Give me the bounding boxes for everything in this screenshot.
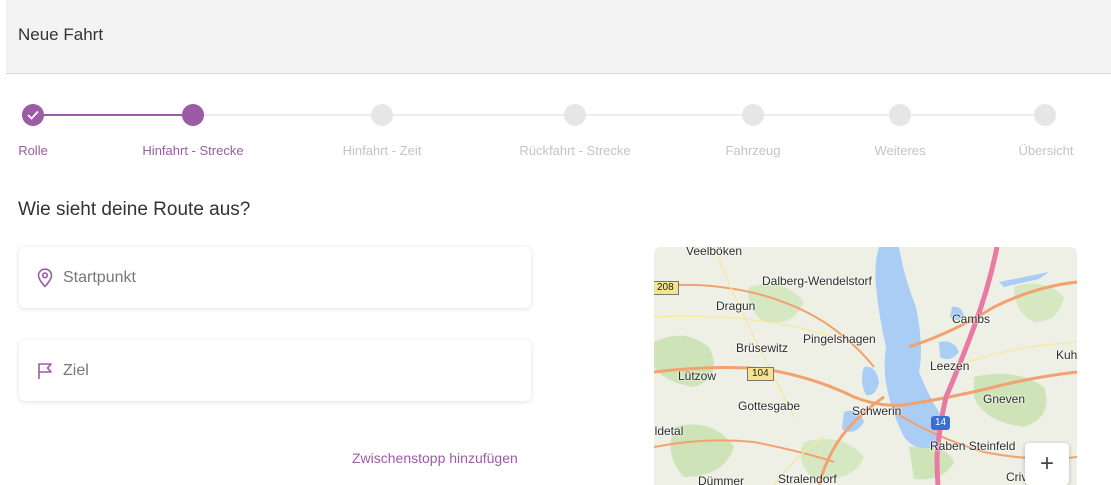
map-label-cambs: Cambs — [952, 312, 991, 326]
route-question-heading: Wie sieht deine Route aus? — [18, 199, 251, 220]
road-shield-104: 104 — [747, 367, 774, 381]
step-label-hinfahrt-strecke[interactable]: Hinfahrt - Strecke — [142, 143, 243, 158]
page-header: Neue Fahrt — [6, 0, 1111, 74]
map-label-veelboeken: Veelböken — [686, 247, 743, 258]
add-stop-link[interactable]: Zwischenstopp hinzufügen — [352, 450, 518, 466]
step-label-fahrzeug: Fahrzeug — [725, 143, 781, 158]
map-label-bruesewitz: Brüsewitz — [736, 341, 789, 355]
start-field[interactable] — [19, 247, 531, 308]
step-label-uebersicht: Übersicht — [1018, 143, 1074, 158]
route-map[interactable]: Veelböken 208 Dalberg-Wendelstorf Dragun… — [654, 247, 1077, 485]
step-label-hinfahrt-zeit: Hinfahrt - Zeit — [342, 143, 422, 158]
location-pin-icon — [36, 267, 54, 289]
map-label-kuh: Kuh — [1056, 348, 1077, 362]
progress-stepper: Rolle Hinfahrt - Strecke Hinfahrt - Zeit… — [0, 100, 1111, 162]
map-label-luetzow: Lützow — [678, 369, 717, 383]
start-input[interactable] — [63, 268, 483, 287]
map-label-dragun: Dragun — [716, 299, 756, 313]
step-dot-uebersicht — [1034, 104, 1056, 126]
destination-field[interactable] — [19, 340, 531, 401]
map-label-leezen: Leezen — [930, 359, 970, 373]
flag-icon — [36, 360, 54, 382]
step-label-weiteres: Weiteres — [874, 143, 926, 158]
map-label-ildetal: ildetal — [654, 424, 684, 438]
map-label-schwerin: Schwerin — [852, 404, 902, 418]
step-dot-hinfahrt-zeit — [371, 104, 393, 126]
map-label-gottesgabe: Gottesgabe — [738, 399, 801, 413]
step-dot-rolle[interactable] — [22, 104, 44, 126]
step-label-rueckfahrt-strecke: Rückfahrt - Strecke — [519, 143, 631, 158]
step-label-rolle[interactable]: Rolle — [18, 143, 48, 158]
map-zoom-in-button[interactable]: + — [1025, 443, 1069, 485]
destination-input[interactable] — [63, 361, 483, 380]
map-label-duemmer: Dümmer — [698, 474, 745, 485]
step-dot-fahrzeug — [742, 104, 764, 126]
page-title: Neue Fahrt — [18, 25, 104, 44]
step-dot-rueckfahrt-strecke — [564, 104, 586, 126]
motorway-shield-14: 14 — [931, 416, 951, 430]
map-label-raben-steinfeld: Raben Steinfeld — [930, 439, 1016, 453]
map-label-pingelshagen: Pingelshagen — [803, 332, 876, 346]
checkmark-icon — [27, 110, 39, 120]
stepper-progress-line — [44, 114, 184, 116]
stepper-remaining-line — [204, 114, 1046, 116]
map-label-gneven: Gneven — [983, 392, 1026, 406]
road-shield-208: 208 — [654, 281, 679, 295]
step-dot-weiteres — [889, 104, 911, 126]
step-dot-hinfahrt-strecke[interactable] — [182, 104, 204, 126]
map-label-dalberg-wendelstorf: Dalberg-Wendelstorf — [762, 274, 872, 288]
map-label-stralendorf: Stralendorf — [778, 472, 837, 485]
